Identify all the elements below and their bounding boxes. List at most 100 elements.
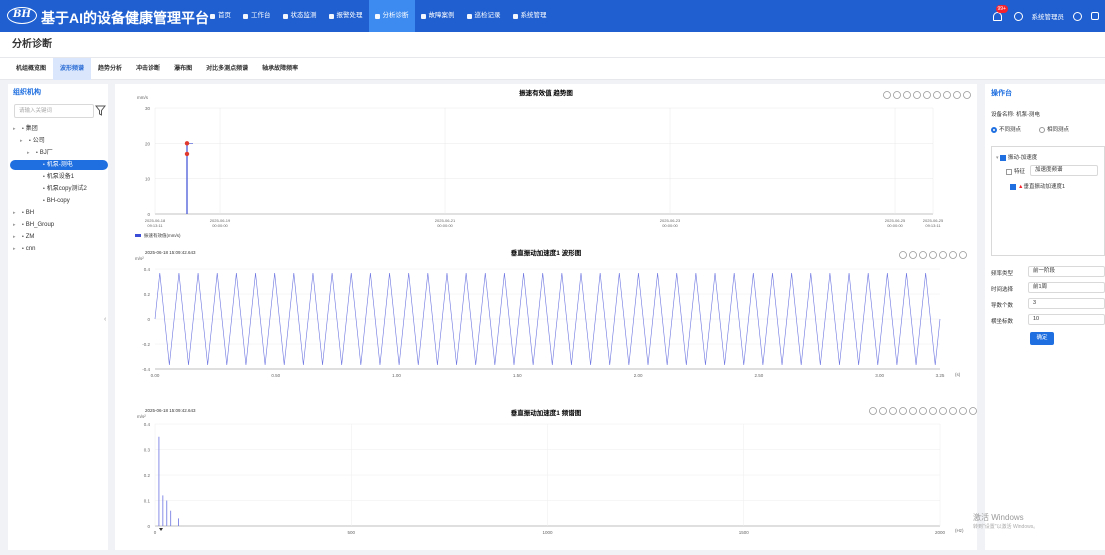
x-tick-label: 2.00 [634,373,643,378]
spectrum-timestamp: 2025-06-18 15:09:42.643 [145,408,196,413]
feature-select[interactable]: 加速度频谱 [1030,165,1098,176]
nav-alarm[interactable]: 报警处理 [323,0,369,32]
tab-waterfall[interactable]: 瀑布图 [167,58,199,80]
chart-tool-icon[interactable] [913,91,921,99]
chart-tool-icon[interactable] [953,91,961,99]
radio-same-points[interactable]: 相同测点 [1039,125,1069,133]
user-name[interactable]: 系统管理员 [1032,11,1065,21]
y-tick-label: 0.4 [144,267,151,272]
x-tick-label: 3.00 [875,373,884,378]
tree-node[interactable]: ▸ • BH [10,208,108,218]
derivative-input[interactable]: 3 [1028,298,1105,309]
chart-tool-icon[interactable] [899,251,907,259]
time-select[interactable]: 前1周 [1028,282,1105,293]
bell-icon[interactable]: 99+ [991,5,1008,23]
collapse-left-icon[interactable]: ‹ [104,316,106,323]
x-tick-label: 3.25 [936,373,945,378]
tree-node-label: BH_Group [25,222,55,228]
tab-trend[interactable]: 趋势分析 [91,58,129,80]
nav-home[interactable]: 首页 [204,0,237,32]
tree-node[interactable]: • 机泵-测电 [10,160,108,170]
x-tick-label: 00:00:00 [887,223,903,228]
tree-node[interactable]: • 机泵设备1 [10,172,108,182]
tree-node[interactable]: ▸ • BH_Group [10,220,108,230]
chart-tool-icon[interactable] [949,407,957,415]
chart-tool-icon[interactable] [923,91,931,99]
chart-tool-icon[interactable] [929,407,937,415]
chart-tool-icon[interactable] [963,91,971,99]
tree-node[interactable]: ▸ • 公司 [10,136,108,146]
tab-overview[interactable]: 机组概览图 [9,58,53,80]
chevron-right-icon: ▸ [13,210,16,216]
tree-node-label: ZM [25,234,35,240]
settings-icon [512,13,518,19]
chart-tool-icon[interactable] [939,251,947,259]
tab-waveform-spectrum[interactable]: 波形频谱 [53,58,92,80]
tree-node[interactable]: ▸ • cnn [10,244,108,254]
chart-tool-icon[interactable] [909,251,917,259]
radio-different-points[interactable]: 不同测点 [991,125,1021,133]
y-tick-label: -0.2 [142,342,150,347]
x-tick-label: 00:00:00 [437,223,453,228]
chart-tool-icon[interactable] [889,407,897,415]
windows-watermark: 激活 Windows [973,513,1024,522]
chart-tool-icon[interactable] [959,407,967,415]
point-checkbox-row[interactable]: ▲垂直振动加速度1 [1010,182,1065,190]
nav-fault-cases[interactable]: 故障案例 [415,0,461,32]
tree-node-label: 机泵-测电 [46,162,73,168]
chart-tool-icon[interactable] [879,407,887,415]
filter-icon[interactable] [95,105,106,116]
tab-compare[interactable]: 对比多测点频谱 [199,58,255,80]
nav-workbench[interactable]: 工作台 [237,0,277,32]
chart-tool-icon[interactable] [939,407,947,415]
chart-tool-icon[interactable] [949,251,957,259]
tree-search-input[interactable]: 请输入关键词 [14,104,94,118]
tab-impact[interactable]: 冲击诊断 [129,58,167,80]
confirm-button[interactable]: 确定 [1030,332,1054,345]
xaxis-count-input[interactable]: 10 [1028,314,1105,325]
y-tick-label: 0 [147,317,150,322]
waveform-chart-title: 垂直振动加速度1 波形图 [511,248,582,257]
trend-legend[interactable]: 振速有效值(mm/s) [135,232,181,239]
chart-tool-icon[interactable] [893,91,901,99]
y-tick-label: 10 [145,177,151,182]
chart-tool-icon[interactable] [919,251,927,259]
field-label-4: 横坐标数 [991,319,1014,325]
tree-node-label: BJ厂 [39,150,53,156]
chart-tool-icon[interactable] [929,251,937,259]
nav-inspection[interactable]: 巡检记录 [461,0,507,32]
chart-tool-icon[interactable] [933,91,941,99]
tree-node[interactable]: ▸ • BJ厂 [10,148,108,158]
chart-tool-icon[interactable] [959,251,967,259]
chart-tool-icon[interactable] [909,407,917,415]
tree-node[interactable]: ▸ • 集团 [10,124,108,134]
checkbox-icon[interactable] [1006,168,1012,175]
nav-analysis[interactable]: 分析诊断 [368,0,415,32]
nav-system[interactable]: 系统管理 [507,0,553,32]
tab-bearing[interactable]: 轴承故障频率 [255,58,305,80]
fullscreen-icon[interactable] [1091,12,1099,20]
x-tick-label: 500 [347,530,355,535]
chart-tool-icon[interactable] [899,407,907,415]
tree-node[interactable]: • 机泵copy测试2 [10,184,108,194]
device-label: 设备名称: [991,112,1015,118]
spectrum-x-unit: (Hz) [955,528,964,533]
tree-node[interactable]: • BH-copy [10,196,108,206]
y-tick-label: -0.4 [142,367,150,372]
field-label-2: 时间选择 [991,287,1014,293]
point-tree-box: ▾ 振动-加速度 特征 加速度频谱 ▲垂直振动加速度1 [991,146,1105,256]
chart-tool-icon[interactable] [869,407,877,415]
x-tick-label: 09:13:11 [147,223,163,228]
gear-icon[interactable] [1073,11,1082,21]
app-title: 基于AI的设备健康管理平台 [41,10,209,26]
nav-monitoring[interactable]: 状态监测 [277,0,323,32]
y-tick-label: 0 [147,212,150,217]
chart-tool-icon[interactable] [903,91,911,99]
freq-type-select[interactable]: 前一阶段 [1028,266,1105,277]
chart-tool-icon[interactable] [943,91,951,99]
chart-tool-icon[interactable] [919,407,927,415]
tree-group-vibration[interactable]: ▾ 振动-加速度 [996,153,1037,161]
tree-node[interactable]: ▸ • ZM [10,232,108,242]
chart-tool-icon[interactable] [883,91,891,99]
chart-tool-icon[interactable] [969,407,977,415]
